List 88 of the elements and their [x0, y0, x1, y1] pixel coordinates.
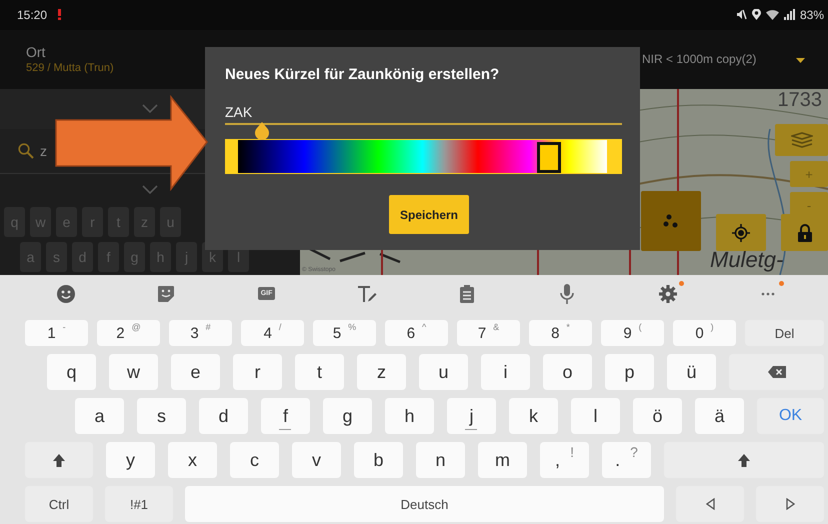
keyboard-key[interactable]: j	[447, 398, 496, 434]
keyboard-key[interactable]: v	[292, 442, 341, 478]
keyboard-key[interactable]: 9 $^{(}$	[601, 320, 664, 346]
keyboard-key[interactable]: 3 $^{#}$	[169, 320, 232, 346]
place-label: Muletg-	[710, 247, 784, 273]
more-icon	[760, 292, 775, 296]
shift-arrow-icon	[53, 454, 65, 466]
cursor-handle-icon[interactable]	[254, 122, 270, 141]
notification-dot-icon	[778, 280, 784, 286]
location-label: Ort	[26, 44, 46, 60]
keyboard-key[interactable]: e	[171, 354, 220, 390]
keyboard-key[interactable]: g	[323, 398, 372, 434]
location-value: 529 / Mutta (Trun)	[26, 62, 114, 74]
keyboard-key[interactable]: . $^{?}$	[602, 442, 651, 478]
alert-icon	[58, 9, 62, 20]
keyboard-key[interactable]: r	[233, 354, 282, 390]
keyboard-key[interactable]: 4 $^{/}$	[241, 320, 304, 346]
keyboard-key[interactable]: u	[419, 354, 468, 390]
keyboard-key[interactable]: 7 $^{&}$	[457, 320, 520, 346]
layers-button[interactable]	[775, 124, 828, 156]
shift-key[interactable]	[25, 442, 93, 478]
elevation-label: 1733	[778, 89, 822, 112]
notification-dot-icon	[678, 280, 684, 286]
keyboard-key[interactable]: y	[106, 442, 155, 478]
color-slider[interactable]	[225, 139, 622, 174]
keyboard-key[interactable]: q	[47, 354, 96, 390]
layer-selector[interactable]: NIR < 1000m copy(2)	[642, 52, 792, 66]
keyboard-key[interactable]: p	[605, 354, 654, 390]
keyboard-key[interactable]: 1 $^{-}$	[25, 320, 88, 346]
keyboard-key[interactable]: i	[481, 354, 530, 390]
lock-icon	[798, 224, 812, 242]
settings-icon	[658, 284, 677, 302]
layers-icon	[790, 132, 812, 148]
keyboard-key[interactable]: h	[385, 398, 434, 434]
microphone-icon	[560, 284, 574, 304]
wifi-icon	[766, 9, 779, 20]
emoji-icon	[57, 284, 75, 302]
mute-icon	[736, 9, 747, 20]
keyboard-key[interactable]: 5 $^{%}$	[313, 320, 376, 346]
keyboard-key[interactable]: x	[168, 442, 217, 478]
keyboard-key[interactable]: l	[571, 398, 620, 434]
dots-icon	[663, 214, 679, 228]
lock-button[interactable]	[781, 214, 828, 251]
keyboard-key[interactable]: z	[357, 354, 406, 390]
backspace-icon	[768, 366, 786, 378]
triangle-left-icon	[706, 498, 714, 510]
search-icon	[18, 143, 34, 160]
keyboard-key[interactable]: o	[543, 354, 592, 390]
keyboard-key[interactable]: ö	[633, 398, 682, 434]
keyboard-key[interactable]: c	[230, 442, 279, 478]
keyboard-key[interactable]: Ctrl	[25, 486, 93, 522]
triangle-right-icon	[786, 498, 794, 510]
keyboard-key[interactable]: n	[416, 442, 465, 478]
keyboard-key[interactable]: t	[295, 354, 344, 390]
signal-icon	[784, 9, 795, 20]
keyboard-key[interactable]: 0 $^{)}$	[673, 320, 736, 346]
keyboard-key[interactable]: !#1	[105, 486, 173, 522]
keyboard-key[interactable]: ä	[695, 398, 744, 434]
keyboard-key[interactable]: k	[509, 398, 558, 434]
text-style-icon	[356, 284, 377, 302]
crosshair-icon	[732, 224, 750, 242]
clock: 15:20	[17, 8, 48, 22]
keyboard-key[interactable]: 2 $^{@}$	[97, 320, 160, 346]
keyboard-key[interactable]: , $^{!}$	[540, 442, 589, 478]
sticker-icon	[157, 284, 176, 302]
keyboard-key[interactable]: d	[199, 398, 248, 434]
keyboard-key[interactable]: m	[478, 442, 527, 478]
keyboard-key[interactable]: Del	[745, 320, 824, 346]
keyboard-key[interactable]: b	[354, 442, 403, 478]
keyboard-key[interactable]: f	[261, 398, 310, 434]
keyboard-key[interactable]: 8 $^{*}$	[529, 320, 592, 346]
dropdown-caret-icon[interactable]	[796, 58, 805, 63]
clipboard-icon	[460, 284, 474, 302]
shift-arrow-icon	[738, 454, 750, 466]
input-field[interactable]: ZAK	[225, 101, 622, 125]
keyboard-key[interactable]: w	[109, 354, 158, 390]
backspace-key[interactable]	[729, 354, 824, 390]
save-button[interactable]: Speichern	[389, 195, 469, 234]
space-bar[interactable]: Deutsch	[185, 486, 664, 522]
keyboard-key[interactable]: 6 $^{^}$	[385, 320, 448, 346]
dialog-title: Neues Kürzel für Zaunkönig erstellen?	[225, 66, 500, 83]
keyboard-key[interactable]: a	[75, 398, 124, 434]
keyboard-key[interactable]: ü	[667, 354, 716, 390]
slider-thumb[interactable]	[536, 142, 561, 173]
keyboard-key[interactable]: s	[137, 398, 186, 434]
battery-percent: 83%	[800, 8, 824, 22]
location-pin-icon	[752, 9, 761, 20]
locate-button[interactable]	[716, 214, 766, 251]
